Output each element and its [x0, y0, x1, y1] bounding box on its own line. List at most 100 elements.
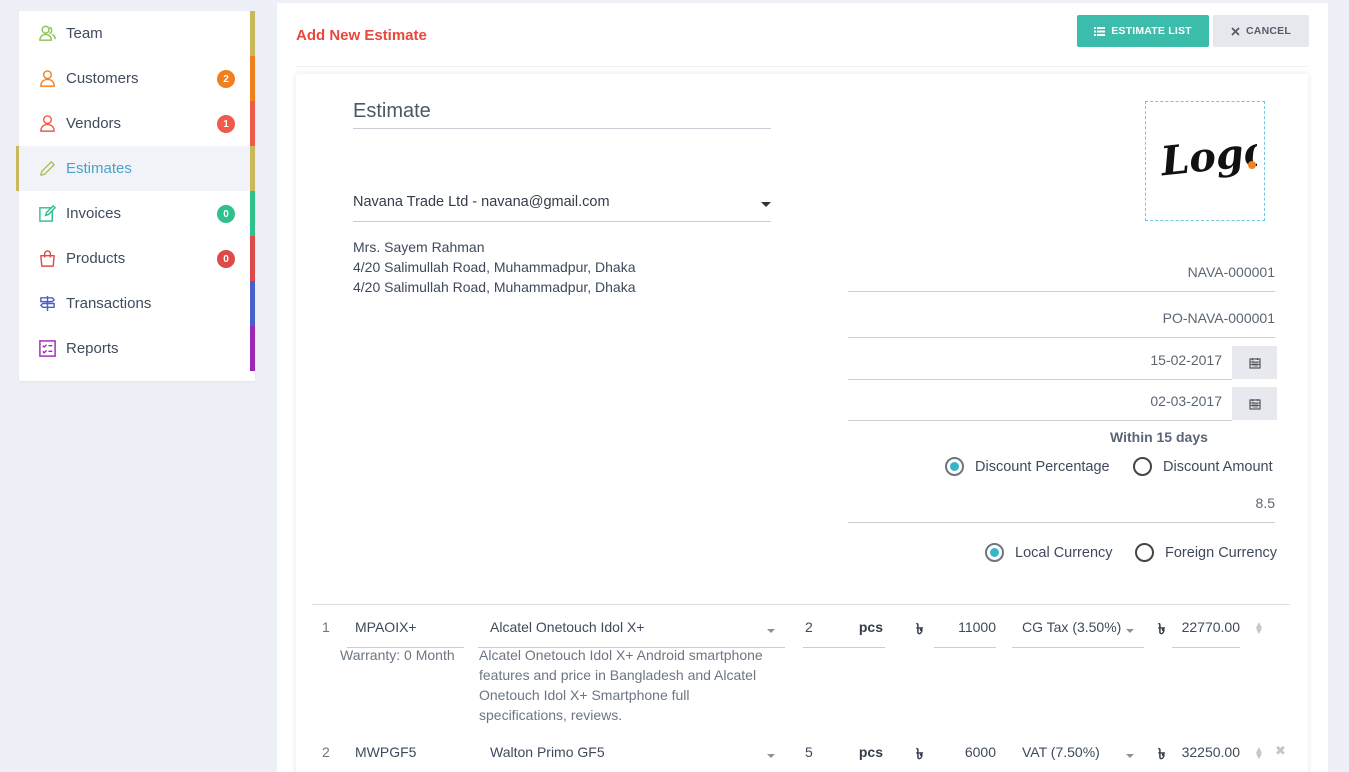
sidebar-color-bar — [250, 56, 255, 101]
po-number-field[interactable]: PO-NAVA-000001 — [848, 302, 1275, 338]
product-description: Alcatel Onetouch Idol X+ Android smartph… — [479, 645, 799, 725]
expiry-date-calendar-button[interactable] — [1232, 387, 1277, 420]
unit-price: 6000 — [964, 744, 996, 760]
chevron-down-icon — [767, 629, 775, 633]
expiry-date-field[interactable]: 02-03-2017 — [848, 385, 1232, 421]
sidebar-item-label: Transactions — [66, 295, 152, 312]
divider — [296, 66, 1308, 67]
unit-price-field[interactable]: 6000 — [934, 744, 996, 772]
remove-item-icon[interactable]: ✖ — [1275, 743, 1286, 759]
unit-price-field[interactable]: 11000 — [934, 619, 996, 648]
tax-select[interactable]: VAT (7.50%) — [1012, 744, 1144, 772]
foreign-currency-option[interactable]: Foreign Currency — [1135, 543, 1277, 562]
sidebar-item-vendors[interactable]: Vendors 1 — [19, 101, 255, 146]
quantity-field[interactable]: 5 pcs — [803, 744, 885, 772]
pencil-icon — [37, 159, 57, 179]
customer-value: Navana Trade Ltd - navana@gmail.com — [353, 194, 610, 210]
description-line: features and price in Bangladesh and Alc… — [479, 667, 757, 683]
radio-selected[interactable] — [945, 457, 964, 476]
radio-selected[interactable] — [985, 543, 1004, 562]
product-name: Walton Primo GF5 — [490, 744, 605, 760]
sidebar-item-customers[interactable]: Customers 2 — [19, 56, 255, 101]
quantity-field[interactable]: 2 pcs — [803, 619, 885, 648]
invoice-edit-icon — [37, 204, 57, 224]
estimate-number-field[interactable]: NAVA-000001 — [848, 256, 1275, 292]
customer-select[interactable]: Navana Trade Ltd - navana@gmail.com — [353, 194, 771, 222]
estimate-list-label: ESTIMATE LIST — [1111, 25, 1192, 37]
sidebar-color-bar — [250, 191, 255, 236]
sidebar-item-label: Estimates — [66, 160, 132, 177]
chevron-down-icon — [1126, 629, 1134, 633]
estimate-date-calendar-button[interactable] — [1232, 346, 1277, 379]
tax-select[interactable]: CG Tax (3.50%) — [1012, 619, 1144, 648]
description-line: Alcatel Onetouch Idol X+ Android smartph… — [479, 647, 763, 663]
logo-upload[interactable]: Logo — [1145, 101, 1265, 221]
list-icon — [1094, 26, 1106, 36]
tax-value: CG Tax (3.50%) — [1022, 619, 1122, 635]
sidebar-item-products[interactable]: Products 0 — [19, 236, 255, 281]
sidebar-item-invoices[interactable]: Invoices 0 — [19, 191, 255, 236]
count-badge: 0 — [217, 250, 235, 268]
line-item-index: 2 — [322, 744, 330, 760]
unit-price: 11000 — [958, 619, 996, 635]
customer-address: Mrs. Sayem Rahman 4/20 Salimullah Road, … — [353, 237, 636, 297]
page-title: Add New Estimate — [296, 27, 427, 44]
calendar-icon — [1248, 357, 1261, 369]
payment-terms-text: Within 15 days — [1110, 429, 1208, 445]
sidebar-item-label: Vendors — [66, 115, 122, 132]
product-select[interactable]: Alcatel Onetouch Idol X+ — [478, 619, 785, 648]
count-badge: 2 — [217, 70, 235, 88]
cancel-button[interactable]: CANCEL — [1213, 15, 1309, 47]
estimate-date-field[interactable]: 15-02-2017 — [848, 344, 1232, 380]
local-currency-label: Local Currency — [1015, 544, 1113, 561]
close-icon — [1231, 26, 1240, 36]
chevron-down-icon — [767, 754, 775, 758]
radio-unselected[interactable] — [1135, 543, 1154, 562]
description-line: specifications, reviews. — [479, 707, 623, 723]
currency-symbol: ৳ — [916, 746, 924, 763]
vendors-icon — [37, 114, 57, 134]
tax-value: VAT (7.50%) — [1022, 744, 1100, 760]
sidebar-item-estimates[interactable]: Estimates — [16, 146, 255, 191]
line-total: 22770.00 — [1172, 619, 1240, 648]
sidebar-color-bar — [250, 236, 255, 281]
product-select[interactable]: Walton Primo GF5 — [478, 744, 785, 772]
sidebar-color-bar — [250, 11, 255, 56]
item-code-field[interactable]: MPAOIX+ — [347, 619, 464, 648]
quantity: 2 — [805, 619, 813, 635]
estimate-heading: Estimate — [353, 100, 771, 129]
calendar-icon — [1248, 398, 1261, 410]
quantity: 5 — [805, 744, 813, 760]
estimate-number: NAVA-000001 — [1187, 264, 1275, 280]
shopping-bag-icon — [37, 249, 57, 269]
reorder-handle-icon[interactable]: ▲ ▼ — [1254, 621, 1264, 637]
reorder-handle-icon[interactable]: ▲ ▼ — [1254, 746, 1264, 762]
sidebar-item-team[interactable]: Team — [19, 11, 255, 56]
currency-symbol: ৳ — [916, 621, 924, 638]
discount-value-field[interactable]: 8.5 — [848, 487, 1275, 523]
item-code: MWPGF5 — [355, 744, 417, 760]
unit-label: pcs — [858, 619, 883, 635]
team-icon — [37, 24, 57, 44]
line-total: 32250.00 — [1172, 744, 1240, 772]
local-currency-option[interactable]: Local Currency — [985, 543, 1113, 562]
discount-amount-option[interactable]: Discount Amount — [1133, 457, 1273, 476]
radio-unselected[interactable] — [1133, 457, 1152, 476]
chevron-down-icon — [1126, 754, 1134, 758]
sidebar-color-bar — [250, 326, 255, 371]
discount-percentage-option[interactable]: Discount Percentage — [945, 457, 1110, 476]
sidebar-item-label: Customers — [66, 70, 139, 87]
line-total-value: 22770.00 — [1181, 619, 1240, 635]
line-total-value: 32250.00 — [1181, 744, 1240, 760]
chevron-down-icon — [761, 202, 771, 207]
item-code-field[interactable]: MWPGF5 — [347, 744, 464, 772]
customers-icon — [37, 69, 57, 89]
sidebar-color-bar — [250, 146, 255, 191]
currency-symbol: ৳ — [1158, 746, 1166, 763]
address-line: 4/20 Salimullah Road, Muhammadpur, Dhaka — [353, 279, 636, 295]
count-badge: 0 — [217, 205, 235, 223]
estimate-list-button[interactable]: ESTIMATE LIST — [1077, 15, 1209, 47]
sidebar-item-reports[interactable]: Reports — [19, 326, 255, 371]
sidebar-item-transactions[interactable]: Transactions — [19, 281, 255, 326]
expiry-date: 02-03-2017 — [1150, 393, 1222, 409]
